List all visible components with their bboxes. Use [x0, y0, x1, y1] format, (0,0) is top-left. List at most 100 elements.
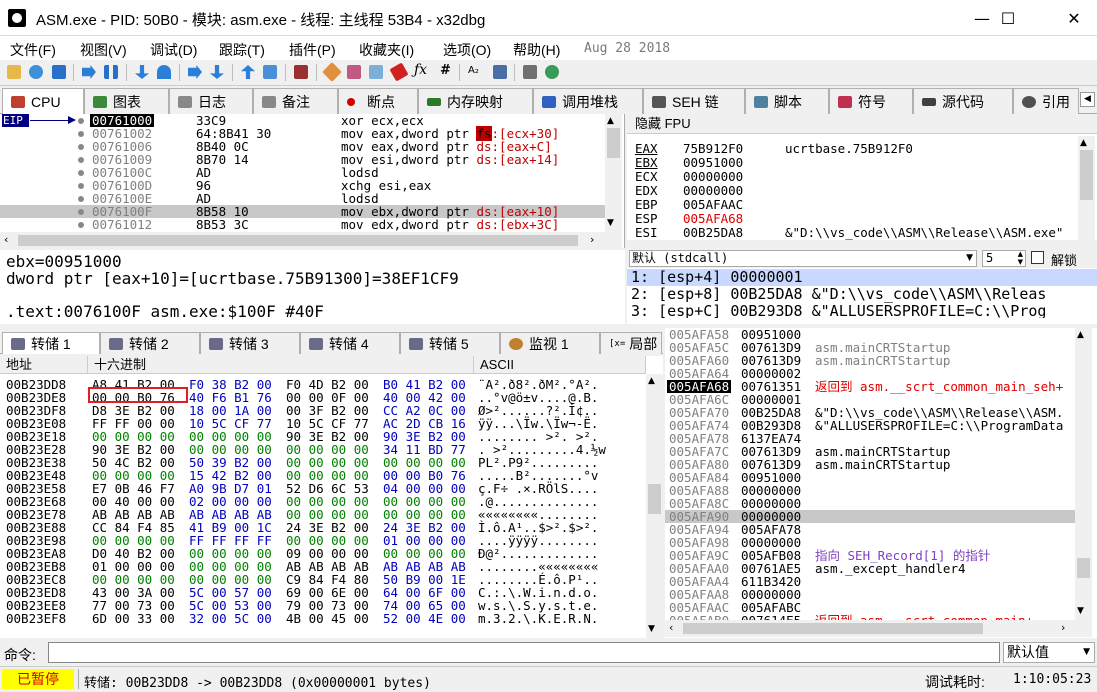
stack-vscroll-thumb[interactable]	[1077, 558, 1090, 578]
disasm-vscroll-thumb[interactable]	[607, 128, 620, 158]
menu-plugins[interactable]: 插件(P)	[289, 40, 336, 60]
label-icon[interactable]	[369, 65, 383, 79]
breakpoint-bullet-icon[interactable]	[78, 183, 84, 189]
disasm-hscroll[interactable]: ‹ ›	[0, 232, 622, 249]
step-into-icon[interactable]	[135, 65, 149, 79]
menu-file[interactable]: 文件(F)	[10, 40, 56, 60]
register-row[interactable]: EBX 00951000	[635, 156, 743, 169]
register-value[interactable]: 005AFAAC	[683, 198, 743, 211]
scroll-right-icon[interactable]: ›	[590, 233, 594, 246]
tab-locals[interactable]: [x= 局部	[600, 332, 662, 354]
register-value[interactable]: 00B25DA8	[683, 226, 743, 239]
tab-dump-3[interactable]: 转储 3	[200, 332, 300, 354]
trace-into-icon[interactable]	[188, 65, 202, 79]
function-icon[interactable]: ƒx	[414, 62, 427, 78]
breakpoint-bullet-icon[interactable]	[78, 209, 84, 215]
scylla-icon[interactable]	[294, 65, 308, 79]
globe-icon[interactable]	[545, 65, 559, 79]
scroll-up-icon[interactable]: ▲	[1077, 330, 1084, 340]
calling-convention-select[interactable]: 默认 (stdcall) ▼	[629, 250, 977, 267]
scroll-down-icon[interactable]: ▼	[1077, 606, 1084, 616]
dump-hex-group[interactable]: 52 00 4E 00	[383, 612, 466, 625]
hash-icon[interactable]: #	[440, 63, 451, 78]
scroll-up-icon[interactable]: ▲	[648, 376, 655, 386]
tab-references[interactable]: 引用	[1013, 88, 1079, 114]
stack-hscroll-thumb[interactable]	[683, 623, 983, 634]
execute-till-return-icon[interactable]	[241, 65, 255, 79]
maximize-button[interactable]: ☐	[985, 0, 1031, 36]
tab-symbols[interactable]: 符号	[829, 88, 913, 114]
tab-log[interactable]: 日志	[169, 88, 253, 114]
tab-script[interactable]: 脚本	[745, 88, 829, 114]
tab-dump-4[interactable]: 转储 4	[300, 332, 400, 354]
spinner-arrows-icon[interactable]: ▲ ▼	[1018, 250, 1023, 266]
tab-scroll-left-icon[interactable]: ◀	[1080, 92, 1095, 107]
hex-dump-view[interactable]: 地址 十六进制 ASCII 00B23DD8 A8 41 B2 00 F0 38 B…	[0, 356, 663, 638]
register-row[interactable]: EDX 00000000	[635, 184, 743, 197]
register-row[interactable]: EAX 75B912F0 ucrtbase.75B912F0	[635, 142, 913, 155]
disasm-hscroll-thumb[interactable]	[18, 235, 578, 246]
breakpoint-bullet-icon[interactable]	[78, 131, 84, 137]
tab-dump-2[interactable]: 转储 2	[100, 332, 200, 354]
font-size-icon[interactable]: A₂	[468, 65, 479, 76]
stack-view[interactable]: 005AFA58 00951000 005AFA5C 007613D9 asm.main…	[665, 328, 1097, 638]
patch-icon[interactable]	[322, 62, 342, 82]
scroll-up-icon[interactable]: ▲	[1080, 138, 1087, 148]
disasm-line[interactable]: 0076100C AD lodsd	[0, 166, 605, 179]
register-value[interactable]: 005AFA68	[683, 212, 743, 225]
trace-over-icon[interactable]	[210, 65, 224, 79]
tab-source[interactable]: 源代码	[913, 88, 1013, 114]
call-arg-row[interactable]: 1: [esp+4] 00000001	[631, 269, 803, 286]
scroll-up-icon[interactable]: ▲	[607, 116, 614, 126]
stop-icon[interactable]	[52, 65, 66, 79]
breakpoint-bullet-icon[interactable]	[78, 118, 84, 124]
dump-hex-group[interactable]: 32 00 5C 00	[189, 612, 272, 625]
dump-ascii[interactable]: m.3.2.\.K.E.R.N.	[478, 612, 598, 625]
disassembly-view[interactable]: EIP 00761000 33C9 xor ecx,ecx 00761002 64:8B…	[0, 114, 625, 249]
disasm-line[interactable]: 0076100D 96 xchg esi,eax	[0, 179, 605, 192]
tab-dump-5[interactable]: 转储 5	[400, 332, 500, 354]
disasm-line[interactable]: 00761009 8B70 14 mov esi,dword ptr ds:[eax…	[0, 153, 605, 166]
register-row[interactable]: EBP 005AFAAC	[635, 198, 743, 211]
scroll-right-icon[interactable]: ›	[1061, 621, 1065, 634]
breakpoint-bullet-icon[interactable]	[78, 196, 84, 202]
stack-vscroll[interactable]: ▲ ▼	[1075, 328, 1092, 620]
restart-icon[interactable]	[29, 65, 43, 79]
tab-cpu[interactable]: CPU	[2, 88, 84, 115]
register-value[interactable]: 75B912F0	[683, 142, 743, 155]
disasm-vscroll[interactable]: ▲ ▼	[605, 114, 622, 232]
registers-vscroll-thumb[interactable]	[1080, 150, 1093, 200]
stack-hscroll[interactable]: ‹ ›	[665, 620, 1092, 637]
dump-vscroll[interactable]: ▲ ▼	[646, 374, 663, 638]
disasm-line[interactable]: 00761012 8B53 3C mov edx,dword ptr ds:[ebx…	[0, 218, 605, 231]
command-mode-select[interactable]: 默认值 ▼	[1003, 642, 1095, 663]
dump-vscroll-thumb[interactable]	[648, 484, 661, 514]
comment-icon[interactable]	[347, 65, 361, 79]
menu-trace[interactable]: 跟踪(T)	[219, 40, 265, 60]
run-icon[interactable]	[82, 65, 96, 79]
tab-dump-1[interactable]: 转储 1	[2, 332, 100, 354]
tab-memory-map[interactable]: 内存映射	[418, 88, 533, 114]
command-input[interactable]	[48, 642, 1000, 663]
breakpoint-bullet-icon[interactable]	[78, 144, 84, 150]
scroll-down-icon[interactable]: ▼	[648, 624, 655, 634]
breakpoint-bullet-icon[interactable]	[78, 170, 84, 176]
strings-icon[interactable]	[493, 65, 507, 79]
register-row[interactable]: ESP 005AFA68	[635, 212, 743, 225]
call-arg-row[interactable]: 2: [esp+8] 00B25DA8 &"D:\\vs_code\\ASM\\…	[631, 286, 1046, 303]
dump-hex-group[interactable]: 6D 00 33 00	[92, 612, 175, 625]
menu-options[interactable]: 选项(O)	[443, 40, 491, 60]
close-button[interactable]: ✕	[1051, 0, 1097, 36]
tab-graph[interactable]: 图表	[84, 88, 169, 114]
pause-icon[interactable]	[104, 65, 118, 79]
arg-count-spinbox[interactable]: 5 ▲ ▼	[982, 250, 1026, 267]
register-row[interactable]: ECX 00000000	[635, 170, 743, 183]
scroll-down-icon[interactable]: ▼	[607, 218, 614, 228]
fpu-toggle-header[interactable]: 隐藏 FPU	[627, 114, 1097, 134]
calculator-icon[interactable]	[523, 65, 537, 79]
open-icon[interactable]	[7, 65, 21, 79]
register-value[interactable]: 00951000	[683, 156, 743, 169]
menu-view[interactable]: 视图(V)	[80, 40, 127, 60]
bookmark-icon[interactable]	[389, 62, 409, 82]
tab-call-stack[interactable]: 调用堆栈	[533, 88, 643, 114]
